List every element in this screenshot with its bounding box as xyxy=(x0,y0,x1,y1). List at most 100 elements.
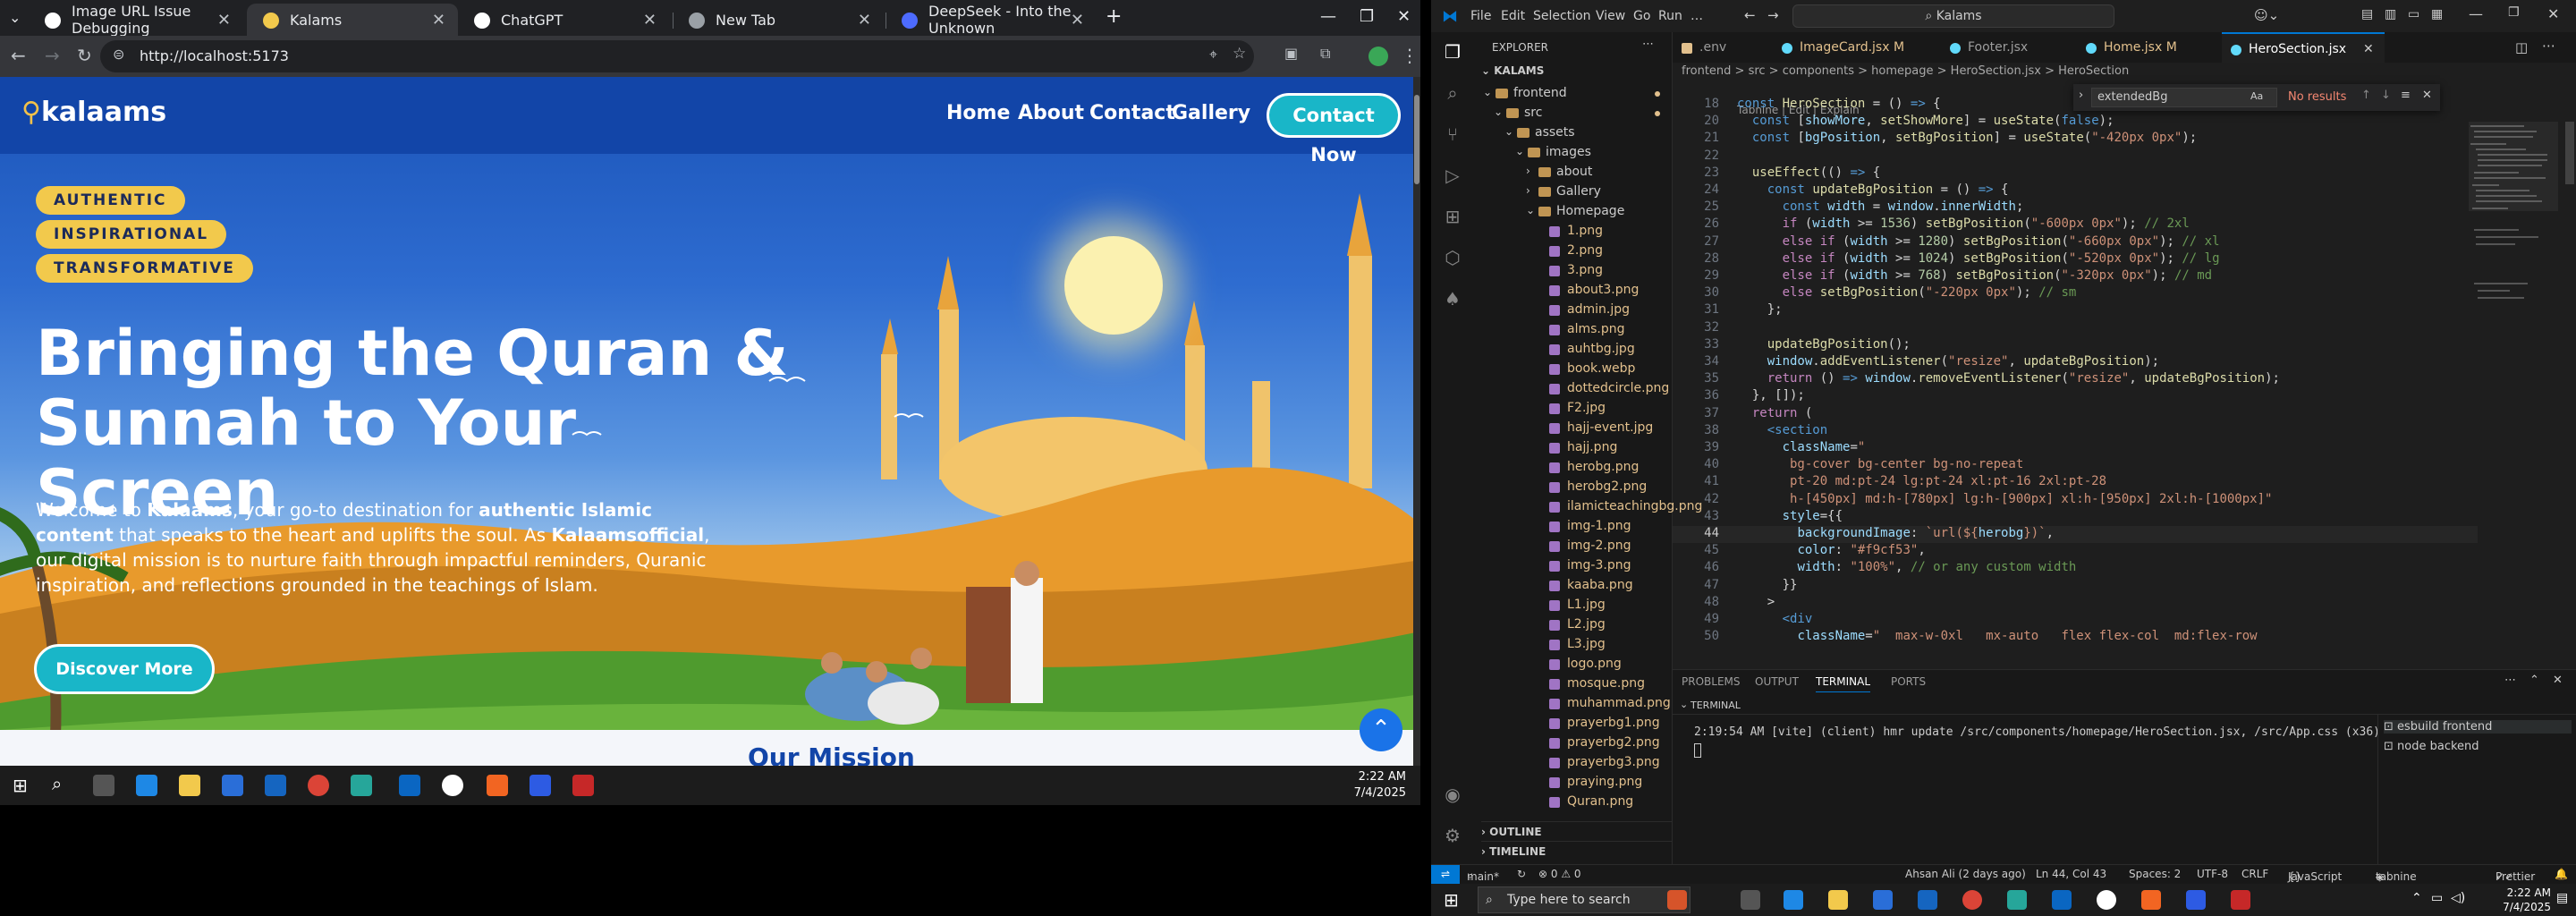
tray-chevron-icon[interactable]: ⌃ xyxy=(2411,891,2422,905)
close-window-icon[interactable]: ✕ xyxy=(1397,7,1411,26)
tab-imagecard[interactable]: ImageCard.jsx M xyxy=(1773,32,1939,63)
code-line[interactable]: 38 <section xyxy=(1673,423,2478,440)
tree-item-gallery[interactable]: › Gallery xyxy=(1474,182,1673,202)
news-widget-icon[interactable] xyxy=(1667,890,1687,910)
code-line[interactable]: 48 > xyxy=(1673,595,2478,612)
panel-tab-problems[interactable]: PROBLEMS xyxy=(1682,675,1741,688)
settings-gear-icon[interactable]: ⚙ xyxy=(1442,825,1463,846)
code-line[interactable]: 37 return ( xyxy=(1673,406,2478,423)
tab-chatgpt[interactable]: ChatGPT ✕ xyxy=(458,4,669,36)
profile-avatar[interactable] xyxy=(1368,47,1388,66)
workspace-title[interactable]: ⌄ KALAMS xyxy=(1481,64,1544,77)
nav-about[interactable]: About xyxy=(1018,102,1084,124)
nav-home[interactable]: Home xyxy=(946,102,1010,124)
tree-item-images[interactable]: ⌄ images xyxy=(1474,143,1673,163)
find-in-selection-icon[interactable]: ≡ xyxy=(2401,89,2411,102)
zoom-icon[interactable] xyxy=(530,775,551,796)
tree-item-logo-png[interactable]: logo.png xyxy=(1474,655,1673,674)
code-line[interactable]: 40 bg-cover bg-center bg-no-repeat xyxy=(1673,457,2478,474)
timeline-section[interactable]: › TIMELINE xyxy=(1481,841,1673,858)
task-view-icon[interactable] xyxy=(1741,890,1760,910)
tab-home[interactable]: Home.jsx M xyxy=(2077,32,2220,63)
tree-item-alms-png[interactable]: alms.png xyxy=(1474,320,1673,340)
prev-match-icon[interactable]: ↑ xyxy=(2361,89,2371,102)
tree-item-homepage[interactable]: ⌄ Homepage xyxy=(1474,202,1673,222)
store-icon[interactable] xyxy=(222,775,243,796)
tree-item-l3-jpg[interactable]: L3.jpg xyxy=(1474,635,1673,655)
mail-icon[interactable] xyxy=(1918,890,1937,910)
app-icon[interactable] xyxy=(572,775,594,796)
explorer-icon[interactable]: ❐ xyxy=(1442,41,1463,63)
tree-item-praying-png[interactable]: praying.png xyxy=(1474,773,1673,793)
code-line[interactable]: 21 const [bgPosition, setBgPosition] = u… xyxy=(1673,131,2478,148)
line-endings[interactable]: CRLF xyxy=(2241,868,2268,880)
code-line[interactable]: 31 }; xyxy=(1673,302,2478,319)
code-line[interactable]: 30 else setBgPosition("-220px 0px"); // … xyxy=(1673,285,2478,302)
source-control-icon[interactable]: ⑂ xyxy=(1442,123,1463,145)
app-icon[interactable] xyxy=(2231,890,2250,910)
scrollbar-thumb[interactable] xyxy=(1414,95,1419,184)
code-line[interactable]: 34 window.addEventListener("resize", upd… xyxy=(1673,354,2478,371)
extension-icon[interactable]: ▣ xyxy=(1284,45,1298,62)
file-explorer-icon[interactable] xyxy=(179,775,200,796)
code-line[interactable]: 33 updateBgPosition(); xyxy=(1673,337,2478,354)
minimize-icon[interactable]: — xyxy=(1320,7,1336,26)
tree-item-herobg-png[interactable]: herobg.png xyxy=(1474,458,1673,478)
terminal-session-node[interactable]: ⊡ node backend xyxy=(2384,740,2479,753)
app-icon[interactable] xyxy=(2007,890,2027,910)
tree-item-img-1-png[interactable]: img-1.png xyxy=(1474,517,1673,537)
tree-item-l1-jpg[interactable]: L1.jpg xyxy=(1474,596,1673,615)
code-line[interactable]: 44 backgroundImage: `url(${herobg})`, xyxy=(1673,526,2478,543)
code-line[interactable]: 27 else if (width >= 1280) setBgPosition… xyxy=(1673,234,2478,251)
tab-kalams[interactable]: Kalams ✕ xyxy=(247,4,458,36)
tree-item-about[interactable]: › about xyxy=(1474,163,1673,182)
file-explorer-icon[interactable] xyxy=(1828,890,1848,910)
close-tab-icon[interactable]: ✕ xyxy=(858,11,871,30)
layout-toggle-icon[interactable]: ▤ xyxy=(2361,7,2373,21)
close-panel-icon[interactable]: ✕ xyxy=(2553,674,2563,687)
postman-icon[interactable] xyxy=(2141,890,2161,910)
chrome-icon[interactable] xyxy=(1962,890,1982,910)
tree-item-book-webp[interactable]: book.webp xyxy=(1474,360,1673,379)
tree-item-1-png[interactable]: 1.png xyxy=(1474,222,1673,242)
site-info-icon[interactable]: ⊜ xyxy=(113,46,124,63)
code-line[interactable]: 22 xyxy=(1673,148,2478,165)
code-line[interactable]: 24 const updateBgPosition = () => { xyxy=(1673,182,2478,199)
back-icon[interactable]: ← xyxy=(11,45,26,66)
tree-item-muhammad-png[interactable]: muhammad.png xyxy=(1474,694,1673,714)
vscode-taskbar-icon[interactable] xyxy=(2052,890,2072,910)
edge-icon[interactable] xyxy=(1784,890,1803,910)
code-line[interactable]: 23 useEffect(() => { xyxy=(1673,165,2478,182)
tree-item-mosque-png[interactable]: mosque.png xyxy=(1474,674,1673,694)
nav-gallery[interactable]: Gallery xyxy=(1172,102,1250,124)
tab-footer[interactable]: Footer.jsx xyxy=(1941,32,2075,63)
chevron-right-icon[interactable]: › xyxy=(2079,89,2083,102)
network-icon[interactable]: ▭ xyxy=(2431,891,2443,905)
tree-item-l2-jpg[interactable]: L2.jpg xyxy=(1474,615,1673,635)
tab-env[interactable]: .env xyxy=(1673,32,1771,63)
new-tab-icon[interactable]: + xyxy=(1106,5,1122,28)
menu-go[interactable]: Go xyxy=(1633,9,1650,23)
close-tab-icon[interactable]: ✕ xyxy=(1071,11,1084,30)
search-icon[interactable]: ⌕ xyxy=(1442,82,1463,104)
close-find-icon[interactable]: ✕ xyxy=(2422,89,2432,102)
extensions-icon[interactable]: ⊞ xyxy=(1442,206,1463,227)
split-editor-icon[interactable]: ◫ xyxy=(2515,39,2528,55)
indentation[interactable]: Spaces: 2 xyxy=(2129,868,2181,880)
tree-item-src[interactable]: ⌄ src xyxy=(1474,104,1673,123)
code-line[interactable]: 47 }} xyxy=(1673,578,2478,595)
tree-item-prayerbg1-png[interactable]: prayerbg1.png xyxy=(1474,714,1673,734)
code-line[interactable]: 28 else if (width >= 1024) setBgPosition… xyxy=(1673,251,2478,268)
more-actions-icon[interactable]: ⋯ xyxy=(1642,38,1654,51)
chrome-icon[interactable] xyxy=(308,775,329,796)
code-line[interactable]: 32 xyxy=(1673,320,2478,337)
windows-start-icon[interactable]: ⊞ xyxy=(13,775,28,796)
remote-indicator-icon[interactable]: ⇌ xyxy=(1431,865,1460,884)
mail-icon[interactable] xyxy=(265,775,286,796)
code-line[interactable]: 46 width: "100%", // or any custom width xyxy=(1673,560,2478,577)
tree-item-quran-png[interactable]: Quran.png xyxy=(1474,793,1673,812)
page-scrollbar[interactable] xyxy=(1413,77,1420,766)
code-line[interactable]: 26 if (width >= 1536) setBgPosition("-60… xyxy=(1673,216,2478,233)
reload-icon[interactable]: ↻ xyxy=(77,45,92,66)
task-view-icon[interactable] xyxy=(93,775,114,796)
